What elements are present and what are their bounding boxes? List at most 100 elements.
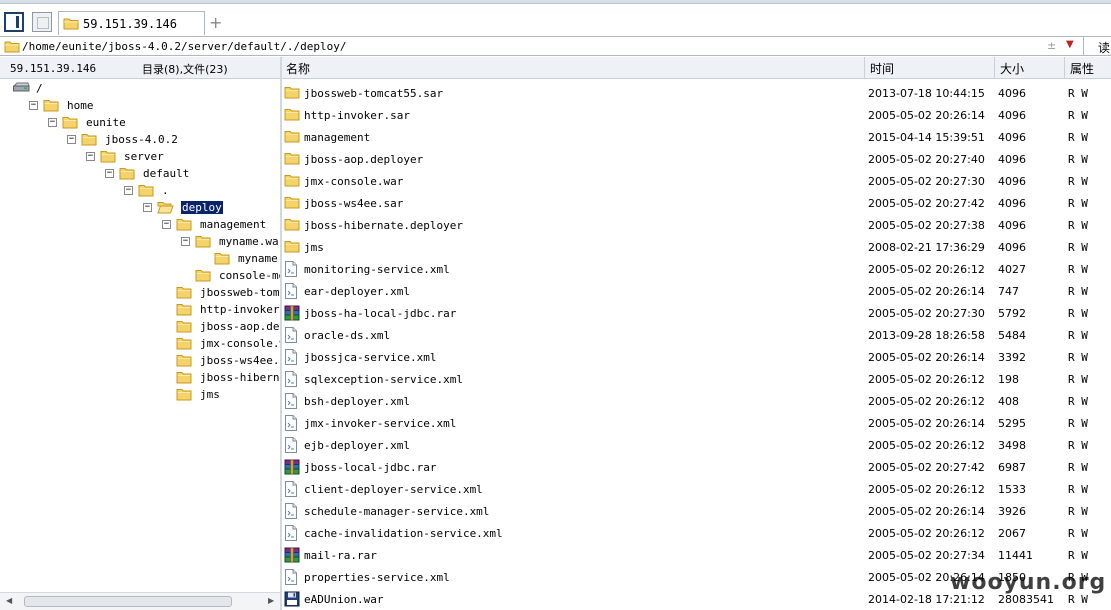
tree-node-label: default <box>143 167 190 180</box>
file-name: bsh-deployer.xml <box>304 395 410 408</box>
tree-node[interactable]: − jboss-4.0.2 <box>0 131 280 148</box>
file-row[interactable]: jmx-console.war 2005-05-02 20:27:30 4096 R … <box>282 170 1111 192</box>
panel-toggle-button[interactable] <box>4 12 24 32</box>
file-attr: R W <box>1068 175 1088 188</box>
column-time-header[interactable]: 时间 <box>870 60 894 77</box>
file-row[interactable]: jboss-local-jdbc.rar 2005-05-02 20:27:42 6… <box>282 456 1111 478</box>
file-row[interactable]: management 2015-04-14 15:39:51 4096 R W <box>282 126 1111 148</box>
chevron-down-icon[interactable]: ▼ <box>1066 39 1074 50</box>
file-row[interactable]: oracle-ds.xml 2013-09-28 18:26:58 5484 R W <box>282 324 1111 346</box>
file-name: properties-service.xml <box>304 571 450 584</box>
file-row[interactable]: jmx-invoker-service.xml 2005-05-02 20:26:… <box>282 412 1111 434</box>
panel-secondary-button[interactable] <box>32 12 52 32</box>
tree-node[interactable]: jmx-console.war <box>0 335 280 352</box>
file-attr: R W <box>1068 395 1088 408</box>
archive-icon <box>284 305 300 321</box>
tree-collapse-icon[interactable]: − <box>29 101 38 110</box>
tree-collapse-icon[interactable]: − <box>48 118 57 127</box>
file-row[interactable]: bsh-deployer.xml 2005-05-02 20:26:12 408 R … <box>282 390 1111 412</box>
tree-node[interactable]: − deploy <box>0 199 280 216</box>
file-list: jbossweb-tomcat55.sar 2013-07-18 10:44:15… <box>282 80 1111 610</box>
tree-collapse-icon[interactable]: − <box>162 220 171 229</box>
scroll-thumb[interactable] <box>24 596 232 607</box>
file-row[interactable]: cache-invalidation-service.xml 2005-05-02… <box>282 522 1111 544</box>
tree-node[interactable]: − default <box>0 165 280 182</box>
tree-node[interactable]: jboss-hibernate.deployer <box>0 369 280 386</box>
file-size: 2067 <box>998 527 1026 540</box>
file-name: jmx-invoker-service.xml <box>304 417 457 430</box>
tree-collapse-icon[interactable]: − <box>67 135 76 144</box>
file-attr: R W <box>1068 329 1088 342</box>
column-name-header[interactable]: 名称 <box>286 60 310 77</box>
column-separator[interactable] <box>994 57 995 79</box>
file-attr: R W <box>1068 549 1088 562</box>
file-row[interactable]: jbossjca-service.xml 2005-05-02 20:26:14 3… <box>282 346 1111 368</box>
file-row[interactable]: jboss-aop.deployer 2005-05-02 20:27:40 409… <box>282 148 1111 170</box>
tree-collapse-icon[interactable]: − <box>105 169 114 178</box>
tree-node[interactable]: console-mgr.sar <box>0 267 280 284</box>
column-size-header[interactable]: 大小 <box>1000 60 1024 77</box>
folder-icon <box>284 107 300 123</box>
tree-node-label: jmx-console.war <box>200 337 280 350</box>
file-size: 4096 <box>998 219 1026 232</box>
file-row[interactable]: http-invoker.sar 2005-05-02 20:26:14 4096 R… <box>282 104 1111 126</box>
file-row[interactable]: monitoring-service.xml 2005-05-02 20:26:1… <box>282 258 1111 280</box>
column-separator[interactable] <box>864 57 865 79</box>
file-attr: R W <box>1068 153 1088 166</box>
folder-icon <box>195 268 211 282</box>
column-attr-header[interactable]: 属性 <box>1070 60 1094 77</box>
archive-icon <box>284 459 300 475</box>
file-row[interactable]: jboss-ha-local-jdbc.rar 2005-05-02 20:27:… <box>282 302 1111 324</box>
drive-icon <box>12 81 30 93</box>
folder-icon <box>214 251 230 265</box>
tree-node[interactable]: − home <box>0 97 280 114</box>
file-row[interactable]: client-deployer-service.xml 2005-05-02 20… <box>282 478 1111 500</box>
file-size: 6987 <box>998 461 1026 474</box>
read-button[interactable]: 读 <box>1098 39 1110 56</box>
tree-node[interactable]: jboss-ws4ee.sar <box>0 352 280 369</box>
scroll-right-icon[interactable]: ▶ <box>268 596 274 605</box>
tree-node[interactable]: −. <box>0 182 280 199</box>
tree-node[interactable]: − myname.war <box>0 233 280 250</box>
plus-minus-icon[interactable]: ± <box>1047 39 1056 52</box>
file-row[interactable]: jboss-hibernate.deployer 2005-05-02 20:27… <box>282 214 1111 236</box>
tree-node[interactable]: jbossweb-tomcat55.sar <box>0 284 280 301</box>
file-attr: R W <box>1068 241 1088 254</box>
tree-node[interactable]: − eunite <box>0 114 280 131</box>
tree-node[interactable]: jms <box>0 386 280 403</box>
new-tab-icon[interactable]: + <box>209 13 222 32</box>
tree-node[interactable]: − management <box>0 216 280 233</box>
tree-horizontal-scrollbar[interactable]: ◀ ▶ <box>0 592 280 610</box>
tree-node[interactable]: / <box>0 80 280 97</box>
path-input[interactable]: /home/eunite/jboss-4.0.2/server/default/… <box>22 40 347 53</box>
tree-node-label: deploy <box>180 200 224 215</box>
file-size: 4096 <box>998 109 1026 122</box>
folder-icon <box>176 336 192 350</box>
file-time: 2005-05-02 20:26:14 <box>868 505 985 518</box>
column-separator[interactable] <box>1064 57 1065 79</box>
tree-collapse-icon[interactable]: − <box>143 203 152 212</box>
tree-collapse-icon[interactable]: − <box>124 186 133 195</box>
file-row[interactable]: ejb-deployer.xml 2005-05-02 20:26:12 3498 R… <box>282 434 1111 456</box>
file-row[interactable]: mail-ra.rar 2005-05-02 20:27:34 11441 R W <box>282 544 1111 566</box>
tree-node[interactable]: myname <box>0 250 280 267</box>
tree-node[interactable]: − server <box>0 148 280 165</box>
file-attr: R W <box>1068 527 1088 540</box>
file-attr: R W <box>1068 109 1088 122</box>
file-row[interactable]: ear-deployer.xml 2005-05-02 20:26:14 747 R … <box>282 280 1111 302</box>
folder-icon <box>284 195 300 211</box>
tree-collapse-icon[interactable]: − <box>181 237 190 246</box>
folder-icon <box>81 132 97 146</box>
file-row[interactable]: sqlexception-service.xml 2005-05-02 20:26… <box>282 368 1111 390</box>
tree-node[interactable]: jboss-aop.deployer <box>0 318 280 335</box>
file-row[interactable]: schedule-manager-service.xml 2005-05-02 2… <box>282 500 1111 522</box>
scroll-left-icon[interactable]: ◀ <box>6 596 12 605</box>
file-row[interactable]: jms 2008-02-21 17:36:29 4096 R W <box>282 236 1111 258</box>
tab-connection[interactable]: 59.151.39.146 <box>58 11 205 35</box>
file-size: 3392 <box>998 351 1026 364</box>
tree-node[interactable]: http-invoker.sar <box>0 301 280 318</box>
file-time: 2015-04-14 15:39:51 <box>868 131 985 144</box>
file-row[interactable]: jboss-ws4ee.sar 2005-05-02 20:27:42 4096 R … <box>282 192 1111 214</box>
file-row[interactable]: jbossweb-tomcat55.sar 2013-07-18 10:44:15… <box>282 82 1111 104</box>
tree-collapse-icon[interactable]: − <box>86 152 95 161</box>
